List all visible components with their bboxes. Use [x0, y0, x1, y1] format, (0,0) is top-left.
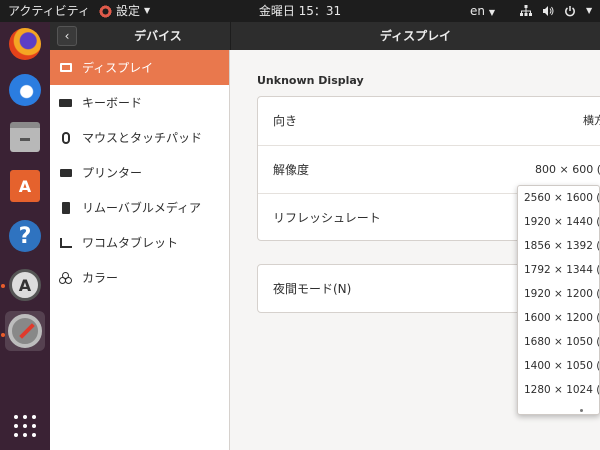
header-bar: ‹ デバイス ディスプレイ — [50, 22, 600, 50]
resolution-option[interactable]: 1400 × 1050 (4 — [518, 354, 599, 378]
keyboard-icon — [59, 96, 72, 109]
sidebar-item-color[interactable]: カラー — [50, 260, 229, 295]
help-icon: ? — [9, 220, 41, 252]
sidebar-item-wacom-tablet[interactable]: ワコムタブレット — [50, 225, 229, 260]
network-icon — [520, 5, 532, 16]
volume-icon — [543, 6, 554, 16]
dock-show-apps[interactable] — [5, 406, 45, 446]
resolution-option[interactable]: 1856 × 1392 (4 — [518, 234, 599, 258]
wacom-tablet-icon — [59, 236, 72, 249]
files-icon — [10, 122, 40, 152]
orientation-label: 向き — [273, 114, 298, 128]
resolution-option[interactable]: 1792 × 1344 (4 — [518, 258, 599, 282]
software-updater-icon: A — [9, 269, 41, 301]
sidebar-item-keyboard[interactable]: キーボード — [50, 85, 229, 120]
dock-settings[interactable] — [5, 311, 45, 351]
sidebar-item-label: ワコムタブレット — [82, 236, 179, 250]
sidebar-item-display[interactable]: ディスプレイ — [50, 50, 229, 85]
chevron-down-icon: ▼ — [586, 6, 593, 15]
dock-thunderbird[interactable] — [5, 70, 45, 110]
resolution-dropdown[interactable]: 2560 × 1600 (16 1920 × 1440 (4 1856 × 13… — [517, 185, 600, 415]
resolution-option[interactable]: 1680 × 1050 (16 — [518, 330, 599, 354]
night-mode-label: 夜間モード(N) — [273, 282, 352, 296]
sidebar-item-removable-media[interactable]: リムーバブルメディア — [50, 190, 229, 225]
scroll-more-indicator[interactable] — [580, 409, 583, 412]
sidebar-item-label: プリンター — [82, 166, 143, 180]
firefox-icon — [9, 28, 41, 60]
page-title: ディスプレイ — [379, 29, 452, 43]
dock: A ? A — [0, 22, 50, 450]
dock-software-store[interactable]: A — [5, 166, 45, 206]
thunderbird-icon — [9, 74, 41, 106]
chevron-down-icon: ▼ — [488, 8, 495, 17]
resolution-option[interactable]: 1920 × 1200 (16 — [518, 282, 599, 306]
sidebar-item-label: キーボード — [82, 96, 143, 110]
input-language-menu[interactable]: en ▼ — [470, 0, 495, 22]
sidebar: ディスプレイ キーボード マウスとタッチパッド プリンター リムーバブルメディア… — [50, 50, 230, 450]
dock-help[interactable]: ? — [5, 216, 45, 256]
resolution-label: 解像度 — [273, 163, 310, 177]
panel-group-title: デバイス — [134, 29, 182, 43]
system-tray[interactable]: ▼ — [520, 0, 592, 22]
display-name-heading: Unknown Display — [257, 74, 364, 87]
color-icon — [59, 271, 72, 284]
removable-media-icon — [59, 201, 72, 214]
sidebar-item-label: リムーバブルメディア — [82, 201, 202, 215]
printer-icon — [59, 166, 72, 179]
resolution-option[interactable]: 1600 × 1200 (4 — [518, 306, 599, 330]
sidebar-item-label: ディスプレイ — [82, 61, 154, 75]
sidebar-item-label: マウスとタッチパッド — [82, 131, 203, 145]
dock-software-updater[interactable]: A — [5, 265, 45, 305]
sidebar-item-printers[interactable]: プリンター — [50, 155, 229, 190]
resolution-option[interactable]: 2560 × 1600 (16 — [518, 186, 599, 210]
back-button[interactable]: ‹ — [57, 26, 77, 46]
resolution-option[interactable]: 1920 × 1440 (4 — [518, 210, 599, 234]
refresh-rate-label: リフレッシュレート — [273, 211, 381, 225]
software-store-icon: A — [10, 170, 40, 202]
input-language-label: en — [470, 4, 485, 18]
mouse-icon — [59, 131, 72, 144]
show-apps-icon — [14, 415, 36, 437]
power-icon — [565, 6, 575, 17]
dock-files[interactable] — [5, 117, 45, 157]
resolution-option[interactable]: 1280 × 1024 (5 — [518, 378, 599, 402]
sidebar-item-mouse-touchpad[interactable]: マウスとタッチパッド — [50, 120, 229, 155]
settings-icon — [8, 314, 42, 348]
orientation-value[interactable]: 横方 — [583, 97, 600, 145]
display-icon — [59, 61, 72, 74]
clock[interactable]: 金曜日 15：31 — [0, 0, 600, 22]
sidebar-item-label: カラー — [82, 271, 119, 285]
top-bar: アクティビティ 設定 ▼ 金曜日 15：31 en ▼ ▼ — [0, 0, 600, 22]
orientation-row[interactable]: 向き 横方 — [258, 97, 600, 145]
dock-firefox[interactable] — [5, 24, 45, 64]
